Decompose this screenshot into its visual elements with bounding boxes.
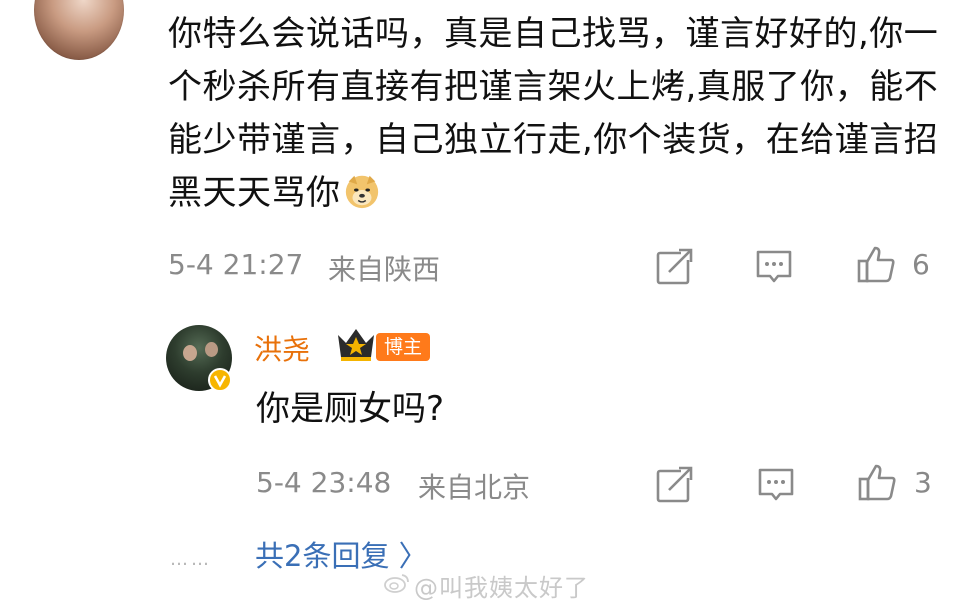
reply-time: 5-4 23:48: [256, 466, 392, 499]
commenter-avatar[interactable]: [34, 0, 124, 60]
comment-location: 来自陕西: [328, 253, 441, 286]
avatar-figure: [183, 345, 197, 361]
share-icon[interactable]: [655, 464, 695, 504]
comment-time: 5-4 21:27: [168, 248, 304, 281]
verified-icon: [208, 368, 232, 392]
comment-like-count: 6: [912, 248, 930, 281]
comment-icon[interactable]: [756, 464, 796, 504]
comment-text: 你特么会说话吗，真是自己找骂，谨言好好的,你一个秒杀所有直接有把谨言架火上烤,真…: [168, 14, 939, 213]
weibo-logo-icon: [384, 574, 409, 593]
reply-text: 你是厕女吗?: [256, 389, 445, 429]
like-icon[interactable]: [857, 462, 897, 502]
avatar-figure: [205, 342, 218, 357]
more-replies-link[interactable]: 共2条回复 〉: [255, 533, 428, 575]
share-icon[interactable]: [655, 246, 695, 286]
doge-emoji-icon: [345, 175, 378, 209]
reply-like-count: 3: [914, 466, 932, 499]
watermark: @叫我姨太好了: [414, 574, 589, 602]
like-icon[interactable]: [856, 244, 896, 284]
comment-icon[interactable]: [754, 246, 794, 286]
reply-author-name[interactable]: 洪尧: [254, 328, 310, 368]
comment-body: 你特么会说话吗，真是自己找骂，谨言好好的,你一个秒杀所有直接有把谨言架火上烤,真…: [168, 8, 948, 220]
thread-dots: ……: [170, 549, 212, 570]
blogger-badge: 博主: [376, 333, 431, 361]
reply-location: 来自北京: [418, 471, 531, 504]
crown-icon: [338, 329, 374, 361]
